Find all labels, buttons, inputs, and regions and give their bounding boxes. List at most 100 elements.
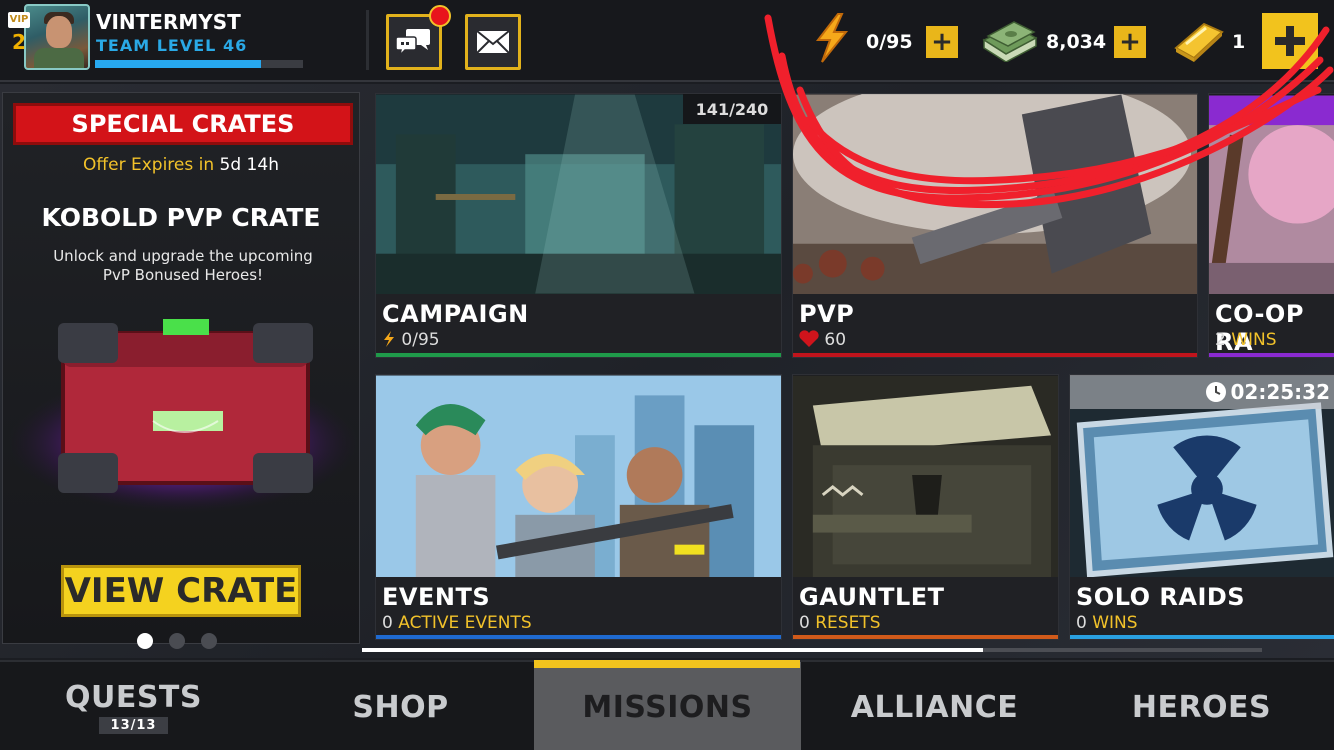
- campaign-image: [376, 94, 781, 296]
- heart-icon: [799, 330, 819, 347]
- notification-dot: [429, 5, 451, 27]
- special-crates-panel[interactable]: SPECIAL CRATES Offer Expires in 5d 14h K…: [2, 92, 360, 649]
- tab-quests[interactable]: QUESTS 13/13: [0, 662, 267, 750]
- energy-bolt-icon: [384, 331, 394, 347]
- crate-description: Unlock and upgrade the upcoming PvP Bonu…: [53, 247, 313, 284]
- coop-label-box: CO-OP RA 2 WINS: [1209, 294, 1334, 357]
- gauntlet-tile[interactable]: GAUNTLET 0 RESETS: [792, 374, 1059, 640]
- coop-wins-label: WINS: [1231, 330, 1277, 350]
- player-name: VINTERMYST: [96, 10, 241, 34]
- pvp-tickets-value: 60: [824, 330, 847, 350]
- vip-level: 2: [12, 30, 26, 54]
- campaign-tile[interactable]: 141/240 CAMPAIGN 0/95: [375, 93, 782, 358]
- team-level-label: TEAM LEVEL: [96, 36, 217, 55]
- coop-wins-count: 2: [1215, 330, 1226, 350]
- horizontal-scrollbar[interactable]: [362, 648, 1262, 652]
- pvp-tickets: 60: [799, 330, 846, 350]
- solo-raids-wins: 0 WINS: [1076, 613, 1138, 633]
- solo-raids-timer: 02:25:32: [1070, 375, 1334, 409]
- mail-button[interactable]: [465, 14, 521, 70]
- special-crates-banner: SPECIAL CRATES: [13, 103, 353, 145]
- gold-value: 1: [1232, 31, 1246, 53]
- energy-bolt-icon: [815, 13, 849, 63]
- solo-raids-timer-value: 02:25:32: [1230, 380, 1331, 404]
- coop-image: [1209, 95, 1334, 295]
- coop-raids-tile[interactable]: CO-OP RA 2 WINS: [1208, 93, 1334, 358]
- add-cash-button[interactable]: +: [1114, 26, 1146, 58]
- events-image: [376, 375, 781, 579]
- avatar-face: [46, 16, 72, 48]
- quests-count-badge: 13/13: [98, 717, 169, 734]
- carousel-dot[interactable]: [137, 633, 153, 649]
- team-level-value: 46: [222, 36, 248, 55]
- tab-quests-label: QUESTS: [64, 680, 203, 715]
- campaign-progress: 141/240: [683, 94, 781, 124]
- bottom-nav: QUESTS 13/13 SHOP MISSIONS ALLIANCE HERO…: [0, 660, 1334, 750]
- pvp-title: PVP: [799, 300, 855, 328]
- solo-wins-label: WINS: [1092, 613, 1138, 633]
- campaign-stripe: [376, 353, 781, 357]
- gauntlet-resets-label: RESETS: [815, 613, 881, 633]
- coop-wins: 2 WINS: [1215, 330, 1277, 350]
- top-bar: VIP 2 VINTERMYST TEAM LEVEL 46 0/95 + 8,…: [0, 0, 1334, 82]
- tab-alliance[interactable]: ALLIANCE: [801, 662, 1068, 750]
- pvp-tile[interactable]: PVP 60: [792, 93, 1198, 358]
- xp-bar-fill: [95, 60, 262, 68]
- divider: [366, 10, 369, 70]
- events-label-box: EVENTS 0 ACTIVE EVENTS: [376, 577, 781, 639]
- solo-stripe: [1070, 635, 1334, 639]
- energy-value: 0/95: [866, 31, 913, 53]
- vip-badge: VIP: [8, 12, 30, 28]
- campaign-energy-value: 0/95: [401, 330, 440, 350]
- pvp-stripe: [793, 353, 1197, 357]
- pvp-image: [793, 94, 1197, 296]
- chat-icon: [396, 29, 430, 57]
- view-crate-button[interactable]: VIEW CRATE: [61, 565, 301, 617]
- add-energy-button[interactable]: +: [926, 26, 958, 58]
- events-active-label: ACTIVE EVENTS: [398, 613, 532, 633]
- team-level: TEAM LEVEL 46: [96, 36, 247, 55]
- pvp-label-box: PVP 60: [793, 294, 1197, 357]
- chat-button[interactable]: [386, 5, 451, 70]
- solo-raids-title: SOLO RAIDS: [1076, 583, 1246, 611]
- carousel-dot[interactable]: [201, 633, 217, 649]
- gauntlet-resets-count: 0: [799, 613, 810, 633]
- solo-label-box: SOLO RAIDS 0 WINS: [1070, 577, 1334, 639]
- crate-image: [8, 319, 358, 513]
- solo-wins-count: 0: [1076, 613, 1087, 633]
- carousel-dot[interactable]: [169, 633, 185, 649]
- solo-raids-tile[interactable]: 02:25:32 SOLO RAIDS 0 WINS: [1069, 374, 1334, 640]
- events-title: EVENTS: [382, 583, 491, 611]
- offer-expiry-value: 5d 14h: [219, 155, 279, 175]
- store-plus-button[interactable]: [1262, 13, 1318, 69]
- events-tile[interactable]: EVENTS 0 ACTIVE EVENTS: [375, 374, 782, 640]
- gauntlet-label-box: GAUNTLET 0 RESETS: [793, 577, 1058, 639]
- coop-stripe: [1209, 353, 1334, 357]
- events-active: 0 ACTIVE EVENTS: [382, 613, 532, 633]
- crate-title: KOBOLD PVP CRATE: [41, 203, 321, 232]
- envelope-icon: [476, 30, 510, 54]
- player-avatar[interactable]: [24, 4, 90, 70]
- tab-heroes[interactable]: HEROES: [1068, 662, 1334, 750]
- gauntlet-title: GAUNTLET: [799, 583, 945, 611]
- events-stripe: [376, 635, 781, 639]
- campaign-energy: 0/95: [382, 330, 440, 350]
- scrollbar-thumb[interactable]: [362, 648, 983, 652]
- plus-icon: [1275, 26, 1305, 56]
- events-active-count: 0: [382, 613, 393, 633]
- gauntlet-image: [793, 375, 1058, 579]
- xp-bar: [95, 60, 303, 68]
- gold-bar-icon: [1174, 22, 1224, 62]
- clock-icon: [1205, 382, 1226, 402]
- gauntlet-resets: 0 RESETS: [799, 613, 881, 633]
- cash-value: 8,034: [1046, 31, 1107, 53]
- tab-missions[interactable]: MISSIONS: [534, 662, 801, 750]
- gauntlet-stripe: [793, 635, 1058, 639]
- tab-shop[interactable]: SHOP: [267, 662, 534, 750]
- avatar-body: [34, 48, 84, 68]
- offer-expiry-label: Offer Expires in: [83, 155, 215, 175]
- campaign-title: CAMPAIGN: [382, 300, 529, 328]
- offer-expiry: Offer Expires in 5d 14h: [3, 155, 359, 175]
- campaign-label-box: CAMPAIGN 0/95: [376, 294, 781, 357]
- active-tab-indicator: [534, 660, 800, 668]
